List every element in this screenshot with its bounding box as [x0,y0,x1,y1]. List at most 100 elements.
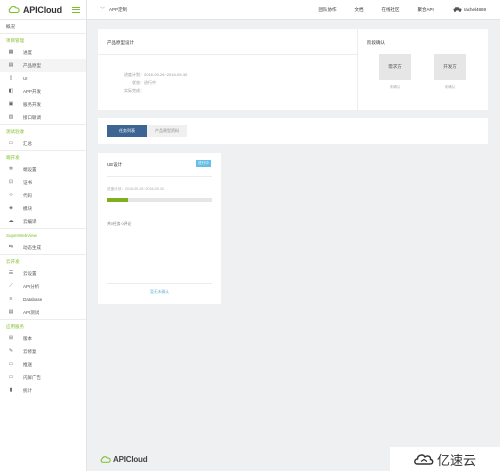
sidebar-item-version[interactable]: ⊞ 版本 [0,332,86,345]
sidebar-item-prototype[interactable]: ▤ 产品原型 [0,59,86,72]
actual-label: 实际完成： [124,88,144,93]
wrench-icon: ✎ [8,348,14,354]
sidebar-item-label: 云设置 [23,270,37,276]
sidebar-item-label: 产品原型 [23,62,41,68]
tabs-bar: 任务列表 产品原型资料 [98,118,488,144]
sidebar-item-label: API测试 [23,309,40,315]
phase-developer-status: 未确认 [444,85,456,89]
sidebar-item-label: 闪屏广告 [23,374,41,380]
sidebar-item-label: 云修复 [23,348,37,354]
top-nav-community[interactable]: 在线社区 [372,0,408,20]
sidebar-item-chart[interactable]: ⟋ API分析 [0,280,86,293]
project-title: 产品原型设计 [107,40,134,45]
phase-developer-button[interactable]: 开发方 [434,54,466,80]
app-dev-icon: ◧ [8,88,14,94]
top-nav-team[interactable]: 团队协作 [309,0,345,20]
sidebar-item-label: 云编译 [23,218,37,224]
top-nav-docs[interactable]: 文档 [345,0,372,20]
sidebar-item-service-dev[interactable]: ▣ 服务开发 [0,98,86,111]
task-plan: 进度计划：2016-09-26~2016-09-30 [107,187,164,191]
ui-icon: ▯ [9,75,13,81]
sidebar-item-label: 进度 [23,49,32,55]
sidebar-item-label: 代码 [23,192,32,198]
sidebar-nav: 概况 项目管理 ▦ 进度 ▤ 产品原型 ▯ UI ◧ APP开发 ▣ 服务开发 ▥ 接口联调 测试验收 ▭ 汇… [0,20,86,397]
footer-brand: APICloud [113,455,148,464]
chevron-down-icon[interactable]: ﹀ [100,6,105,13]
project-info: 进度计划： 2016-09-26~2016-09-30 状态： 进行中 实际完成： [118,71,187,95]
sidebar-item-label: UI [23,76,28,81]
sidebar-item-dynamic-generate[interactable]: ⇆ 动态生成 [0,241,86,254]
sidebar-item-cloud-settings[interactable]: ☰ 云设置 [0,267,86,280]
sidebar-section-title: 端开发 [0,150,86,163]
sidebar-section-title: SuperWebView [0,228,86,241]
apicloud-logo-icon[interactable] [8,6,20,13]
sidebar-item-splash-ad[interactable]: ▭ 闪屏广告 [0,371,86,384]
phase-demand-button[interactable]: 需求方 [379,54,411,80]
footer: APICloud 亿速云 [87,445,500,471]
cloud-settings-icon: ☰ [8,270,14,276]
divider [107,176,212,177]
sidebar-item-summary[interactable]: ▭ 汇总 [0,137,86,150]
phase-confirm-title: 阶段确认 [367,40,385,45]
sidebar-item-module[interactable]: ◈ 模块 [0,202,86,215]
plan-value: 2016-09-26~2016-09-30 [144,72,188,77]
unconfirmed-link[interactable]: 暂无未确认 [98,290,221,295]
sidebar-item-interface-debug[interactable]: ▥ 接口联调 [0,111,86,124]
api-test-icon: ▤ [8,309,14,315]
sidebar-item-label: 概况 [6,23,15,29]
cloud-compile-icon: ☁ [8,218,14,224]
top-nav-api[interactable]: 聚合API [408,0,442,20]
sidebar-item-gear[interactable]: ✲ 端设置 [0,163,86,176]
phase-demand-status: 未确认 [389,85,401,89]
sidebar-section-title: 云开发 [0,254,86,267]
brand-name[interactable]: APICloud [23,5,62,15]
sidebar-item-push[interactable]: ▭ 推送 [0,358,86,371]
splash-ad-icon: ▭ [8,374,14,380]
breadcrumb-app[interactable]: APP定制 [109,7,127,13]
summary-icon: ▭ [8,140,14,146]
username[interactable]: rachel4869 [464,7,486,12]
task-title[interactable]: UE设计 [107,162,122,168]
sidebar-section-title: 应用服务 [0,319,86,332]
menu-toggle-icon[interactable] [72,6,80,13]
project-panel: 产品原型设计 进度计划： 2016-09-26~2016-09-30 状态： 进行中… [98,29,488,110]
sidebar-item-label: 统计 [23,387,32,393]
breadcrumb[interactable]: ﹀ APP定制 [100,6,127,14]
sidebar-item-statistics[interactable]: ▮ 统计 [0,384,86,397]
sidebar-item-ui[interactable]: ▯ UI [0,72,86,85]
divider [98,54,357,55]
prototype-icon: ▤ [8,62,14,68]
status-badge: 进行中 [196,160,211,167]
database-icon: ≡ [9,296,13,302]
yisu-cloud-icon [414,454,434,465]
task-counts: 共0任务 0评论 [107,222,132,226]
tab-prototype-materials[interactable]: 产品原型资料 [147,125,187,137]
sidebar-item-api-test[interactable]: ▤ API测试 [0,306,86,319]
sidebar-item-label: 证书 [23,179,32,185]
sidebar-item-label: Database [23,297,43,302]
sidebar-item-overview[interactable]: 概况 [0,20,86,33]
sidebar-item-label: 推送 [23,361,32,367]
top-bar: ﹀ APP定制 团队协作 文档 在线社区 聚合API rachel4869 [87,0,500,20]
interface-debug-icon: ▥ [8,114,14,120]
sidebar-item-progress[interactable]: ▦ 进度 [0,46,86,59]
footer-logo: APICloud [100,455,148,464]
certificate-icon: ⊡ [8,179,14,185]
sidebar-item-cloud-compile[interactable]: ☁ 云编译 [0,215,86,228]
tab-task-list[interactable]: 任务列表 [107,125,147,137]
avatar [453,7,462,12]
top-nav: 团队协作 文档 在线社区 聚合API [309,0,442,20]
divider [357,29,358,110]
logo-bar: APICloud [0,0,86,20]
apicloud-logo-icon [100,456,111,463]
sidebar-item-code[interactable]: ‹› 代码 [0,189,86,202]
divider [107,283,212,284]
sidebar-item-wrench[interactable]: ✎ 云修复 [0,345,86,358]
statistics-icon: ▮ [9,387,13,393]
task-card[interactable]: UE设计 进行中 进度计划：2016-09-26~2016-09-30 共0任务… [98,153,221,304]
sidebar-item-database[interactable]: ≡ Database [0,293,86,306]
sidebar-item-certificate[interactable]: ⊡ 证书 [0,176,86,189]
sidebar-item-label: APP开发 [23,88,42,94]
user-menu[interactable]: rachel4869 [453,7,486,12]
sidebar-item-app-dev[interactable]: ◧ APP开发 [0,85,86,98]
